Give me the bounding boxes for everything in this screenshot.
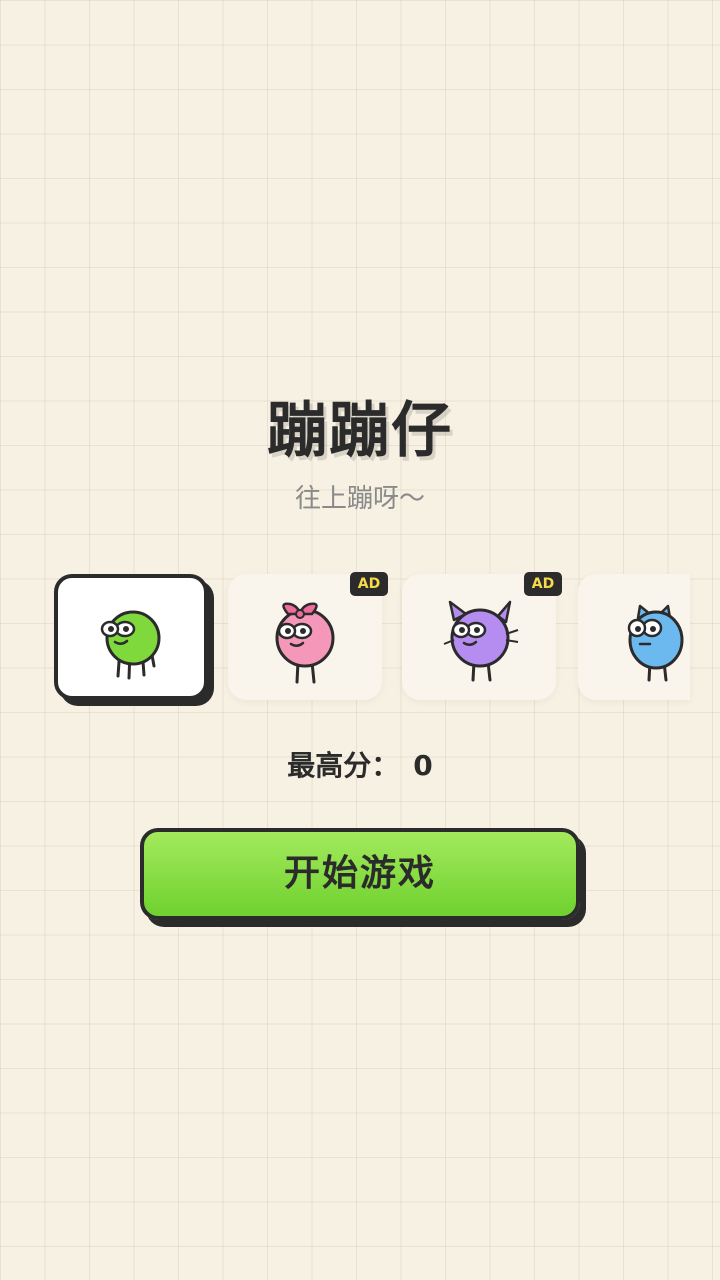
blue-cat-blob-icon bbox=[627, 604, 684, 682]
ad-badge: AD bbox=[350, 572, 388, 596]
game-title: 蹦蹦仔 bbox=[267, 396, 453, 466]
best-score-value: 0 bbox=[413, 749, 433, 782]
game-subtitle: 往上蹦呀～ bbox=[294, 484, 425, 514]
ad-badge: AD bbox=[524, 572, 562, 596]
green-blob-icon bbox=[100, 610, 161, 680]
character-card-purple[interactable]: AD bbox=[402, 572, 562, 700]
best-score: 最高分： 0 bbox=[0, 744, 720, 784]
character-card-blue[interactable] bbox=[578, 574, 690, 700]
character-card-pink[interactable]: AD bbox=[228, 572, 388, 700]
start-game-button[interactable]: 开始游戏 bbox=[140, 828, 580, 920]
best-score-label: 最高分： bbox=[287, 749, 400, 782]
character-card-green[interactable] bbox=[54, 574, 208, 700]
character-selector: AD AD bbox=[0, 572, 720, 714]
